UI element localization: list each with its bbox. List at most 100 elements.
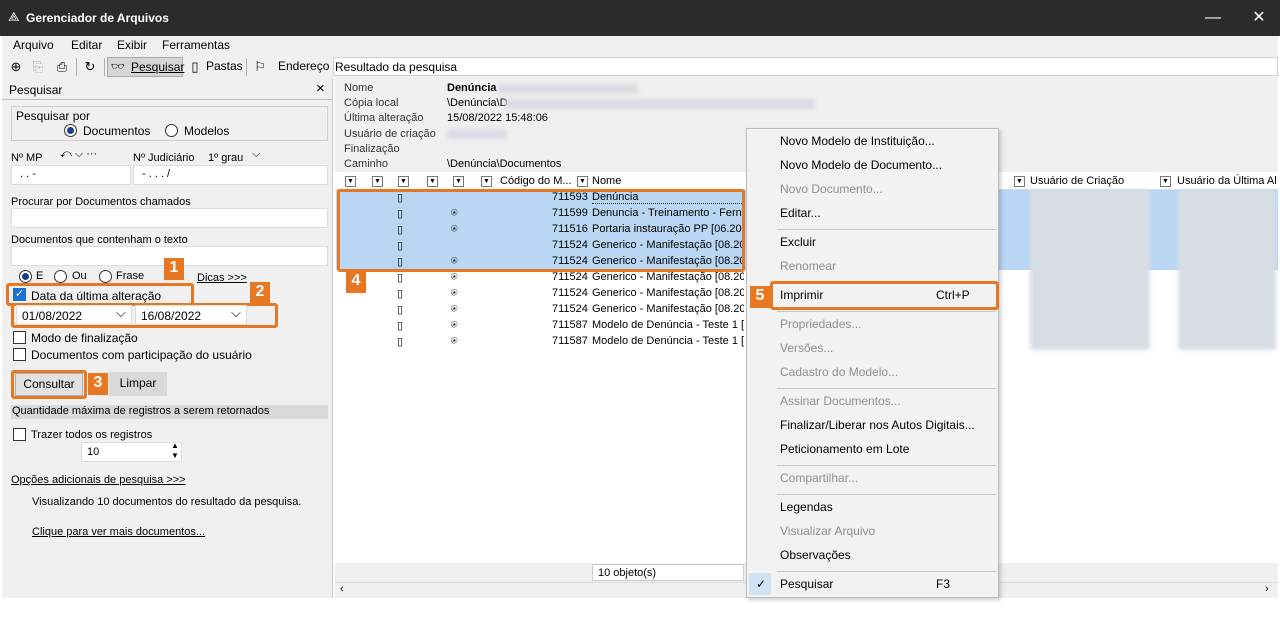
ver-mais-link[interactable]: Clique para ver mais documentos... [32, 526, 205, 538]
date-to-chevron-down-icon[interactable]: ⌵ [231, 305, 241, 321]
participacao-checkbox[interactable] [13, 348, 26, 361]
radio-modelos[interactable] [165, 124, 178, 137]
menu-separator [777, 465, 996, 466]
col-filter-icon[interactable]: ▼ [345, 176, 356, 187]
radio-ou[interactable] [54, 270, 67, 283]
scroll-left-icon[interactable]: ‹ [340, 583, 344, 595]
menu-item-renomear[interactable]: Renomear [780, 259, 836, 273]
new-icon[interactable]: ⊕ [6, 58, 26, 76]
seal-icon: ⍟ [451, 271, 458, 283]
menu-item-pesquisar[interactable]: Pesquisar [780, 577, 833, 591]
menu-item-vers-es[interactable]: Versões... [780, 341, 833, 355]
mp-input[interactable]: . . - [11, 165, 131, 185]
info-label-finalizacao: Finalização [344, 143, 400, 155]
radio-e-label: E [36, 270, 44, 282]
row-code: 711587 [552, 319, 588, 331]
mp-options-icon[interactable]: ⤺ ⌵ ··· [60, 148, 97, 161]
info-caminho-value: \Denúncia\Documentos [447, 158, 562, 170]
col-filter-icon[interactable]: ▼ [577, 176, 588, 187]
pesquisar-toggle[interactable]: 👓︎ Pesquisar [107, 57, 184, 77]
menu-item-legendas[interactable]: Legendas [780, 500, 833, 514]
close-window-button[interactable]: ✕ [1244, 6, 1274, 30]
menu-item-propriedades[interactable]: Propriedades... [780, 317, 861, 331]
menu-item-peticionamento-em-lote[interactable]: Peticionamento em Lote [780, 442, 909, 456]
menu-exibir[interactable]: Exibir [117, 38, 147, 52]
judiciario-value: - . . . / [142, 168, 171, 180]
consultar-button[interactable]: Consultar [15, 373, 83, 396]
blurred-path [505, 99, 815, 109]
date-to-picker[interactable]: 16/08/2022 ⌵ [135, 305, 247, 325]
info-copia-value: \Denúncia\D [447, 97, 508, 109]
participacao-label: Documentos com participação do usuário [31, 348, 252, 362]
document-icon: ▯ [397, 288, 404, 300]
menu-item-cadastro-do-modelo[interactable]: Cadastro do Modelo... [780, 365, 898, 379]
minimize-button[interactable]: — [1198, 6, 1228, 30]
radio-documentos[interactable] [64, 124, 77, 137]
row-name: Generico - Manifestação [08.20 [592, 303, 744, 315]
menu-separator [777, 388, 996, 389]
trazer-todos-checkbox[interactable] [13, 428, 26, 441]
stepper-up-icon[interactable]: ▲ [171, 441, 179, 450]
radio-frase[interactable] [99, 270, 112, 283]
col-filter-icon[interactable]: ▼ [453, 176, 464, 187]
last-change-label: Data da última alteração [31, 289, 162, 303]
date-from-picker[interactable]: 01/08/2022 ⌵ [16, 305, 132, 325]
grau-select[interactable]: 1º grau [208, 152, 243, 164]
col-codigo[interactable]: Código do M... [500, 175, 572, 187]
address-field[interactable]: Resultado da pesquisa [333, 57, 1278, 76]
col-usuario-ultima[interactable]: Usuário da Última Al [1177, 175, 1277, 187]
copy-icon[interactable]: ⎘ [28, 58, 48, 76]
doc-called-input[interactable] [11, 208, 328, 228]
dicas-link[interactable]: Dicas >>> [197, 272, 247, 284]
pastas-button[interactable]: Pastas [206, 59, 243, 73]
context-menu: Novo Modelo de Instituição... Novo Modelo… [746, 128, 999, 598]
stepper-down-icon[interactable]: ▼ [171, 451, 179, 460]
menu-item-finalizar-liberar-nos-autos-digitais[interactable]: Finalizar/Liberar nos Autos Digitais... [780, 418, 975, 432]
menu-item-novo-modelo-de-documento[interactable]: Novo Modelo de Documento... [780, 158, 942, 172]
print-icon[interactable]: ⎙ [52, 58, 72, 76]
seal-icon: ⍟ [451, 319, 458, 331]
limpar-button[interactable]: Limpar [109, 372, 167, 396]
menu-ferramentas[interactable]: Ferramentas [162, 38, 230, 52]
menu-item-assinar-documentos[interactable]: Assinar Documentos... [780, 394, 901, 408]
modo-finalizacao-checkbox[interactable] [13, 331, 26, 344]
menu-editar[interactable]: Editar [71, 38, 102, 52]
col-filter-icon[interactable]: ▼ [481, 176, 492, 187]
date-from-chevron-down-icon[interactable]: ⌵ [116, 305, 126, 321]
seal-icon: ⍟ [451, 287, 458, 299]
menu-item-visualizar-arquivo[interactable]: Visualizar Arquivo [780, 524, 875, 538]
menu-item-novo-documento[interactable]: Novo Documento... [780, 182, 883, 196]
callout-3: 3 [88, 373, 108, 395]
col-usuario-criacao[interactable]: Usuário de Criação [1030, 175, 1124, 187]
menu-item-editar[interactable]: Editar... [780, 206, 821, 220]
col-filter-icon[interactable]: ▼ [427, 176, 438, 187]
col-filter-icon[interactable]: ▼ [1014, 176, 1025, 187]
app-icon: ⟁ [8, 9, 20, 24]
col-filter-icon[interactable]: ▼ [372, 176, 383, 187]
opcoes-adicionais-link[interactable]: Opções adicionais de pesquisa >>> [11, 474, 186, 486]
trazer-todos-label: Trazer todos os registros [31, 429, 153, 441]
refresh-icon[interactable]: ↻ [80, 58, 100, 76]
col-filter-icon[interactable]: ▼ [398, 176, 409, 187]
binoculars-icon: 👓︎ [111, 61, 125, 73]
doc-called-label: Procurar por Documentos chamados [11, 196, 191, 208]
menu-item-excluir[interactable]: Excluir [780, 235, 816, 249]
grau-chevron-down-icon[interactable]: ⌵ [252, 148, 260, 161]
address-icon: ⚐ [254, 59, 266, 74]
blurred-user-column [1178, 190, 1276, 350]
last-change-checkbox[interactable]: ✓ [13, 288, 26, 301]
col-nome[interactable]: Nome [592, 175, 621, 187]
menu-item-observa-es[interactable]: Observações [780, 548, 851, 562]
menu-item-compartilhar[interactable]: Compartilhar... [780, 471, 858, 485]
close-panel-icon[interactable]: × [316, 80, 325, 97]
judiciario-input[interactable]: - . . . / [133, 165, 328, 185]
modo-finalizacao-label: Modo de finalização [31, 331, 138, 345]
max-records-stepper[interactable]: 10 ▲ ▼ [81, 441, 182, 462]
menu-arquivo[interactable]: Arquivo [13, 38, 54, 52]
col-filter-icon[interactable]: ▼ [1160, 176, 1171, 187]
scroll-right-icon[interactable]: › [1265, 583, 1269, 595]
radio-e[interactable] [19, 270, 32, 283]
menu-item-novo-modelo-de-institui-o[interactable]: Novo Modelo de Instituição... [780, 134, 935, 148]
result-info-text: Visualizando 10 documentos do resultado … [32, 496, 302, 508]
endereco-label: Endereço [278, 59, 330, 73]
